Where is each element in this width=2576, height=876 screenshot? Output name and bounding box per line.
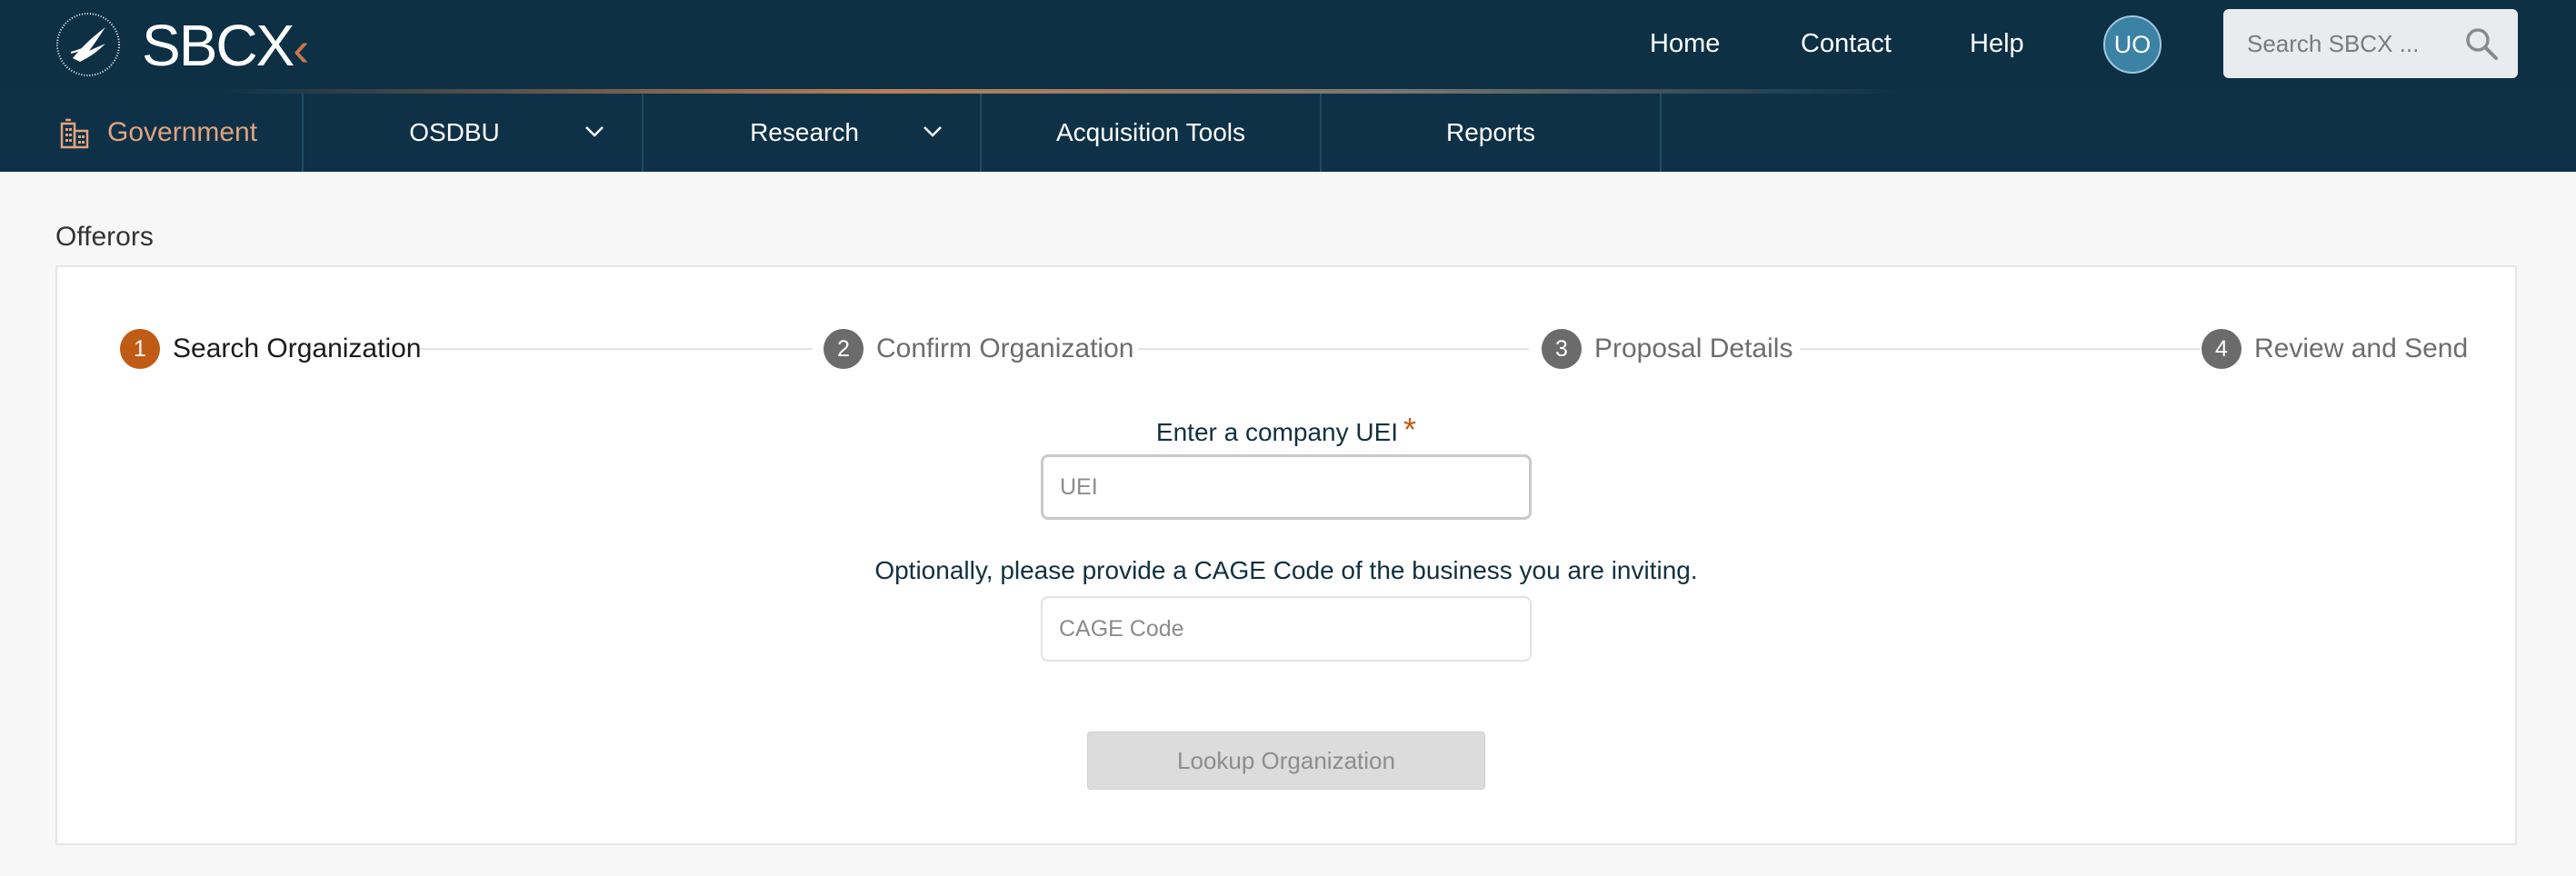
nav-contact-link[interactable]: Contact [1801, 25, 1892, 62]
stepper-connector [420, 348, 813, 350]
search-input[interactable] [2245, 9, 2454, 78]
step-2-number: 2 [824, 329, 864, 369]
top-header: SBCX‹ Home Contact Help UO [0, 0, 2576, 94]
logo-accent-mark: ‹ [293, 22, 310, 76]
required-indicator: * [1403, 411, 1417, 448]
step-2-label: Confirm Organization [876, 333, 1134, 363]
nav-acquisition-tools[interactable]: Acquisition Tools [982, 94, 1322, 172]
uei-label-text: Enter a company UEI [1155, 418, 1399, 446]
main-navigation: Government OSDBU Research Acquisition To… [0, 94, 2576, 172]
step-4-label: Review and Send [2254, 333, 2469, 363]
nav-home-link[interactable]: Home [1650, 25, 1720, 62]
site-search [2223, 9, 2518, 78]
nav-acquisition-tools-label: Acquisition Tools [1055, 118, 1246, 146]
site-logo[interactable]: SBCX‹ [142, 9, 309, 82]
uei-input[interactable] [1041, 454, 1532, 520]
step-1-label: Search Organization [173, 333, 422, 363]
building-icon [60, 118, 89, 149]
user-avatar[interactable]: UO [2103, 15, 2162, 74]
step-1-number: 1 [120, 329, 160, 369]
government-portal-link[interactable]: Government [0, 94, 304, 172]
chevron-down-icon [924, 126, 942, 137]
lookup-organization-button[interactable]: Lookup Organization [1087, 732, 1485, 790]
nav-osdbu-label: OSDBU [409, 118, 500, 146]
cage-field-label: Optionally, please provide a CAGE Code o… [874, 556, 1698, 584]
step-3-number: 3 [1542, 329, 1582, 369]
search-icon[interactable] [2463, 25, 2500, 62]
nav-reports-label: Reports [1445, 118, 1536, 146]
cage-code-input[interactable] [1041, 596, 1532, 662]
step-4-number: 4 [2202, 329, 2242, 369]
stepper-connector [1138, 348, 1529, 350]
nav-research-label: Research [750, 118, 859, 146]
nav-osdbu-dropdown[interactable]: OSDBU [304, 94, 644, 172]
step-3-label: Proposal Details [1594, 333, 1793, 363]
government-label: Government [107, 117, 258, 147]
hhs-eagle-seal-icon[interactable] [55, 11, 122, 78]
uei-field-label: Enter a company UEI * [1041, 411, 1532, 449]
page-title: Offerors [55, 222, 154, 252]
logo-text: SBCX [142, 13, 295, 78]
chevron-down-icon [585, 126, 604, 137]
stepper-connector [1800, 348, 2200, 350]
nav-help-link[interactable]: Help [1970, 25, 2024, 62]
nav-research-dropdown[interactable]: Research [644, 94, 982, 172]
nav-reports[interactable]: Reports [1322, 94, 1662, 172]
